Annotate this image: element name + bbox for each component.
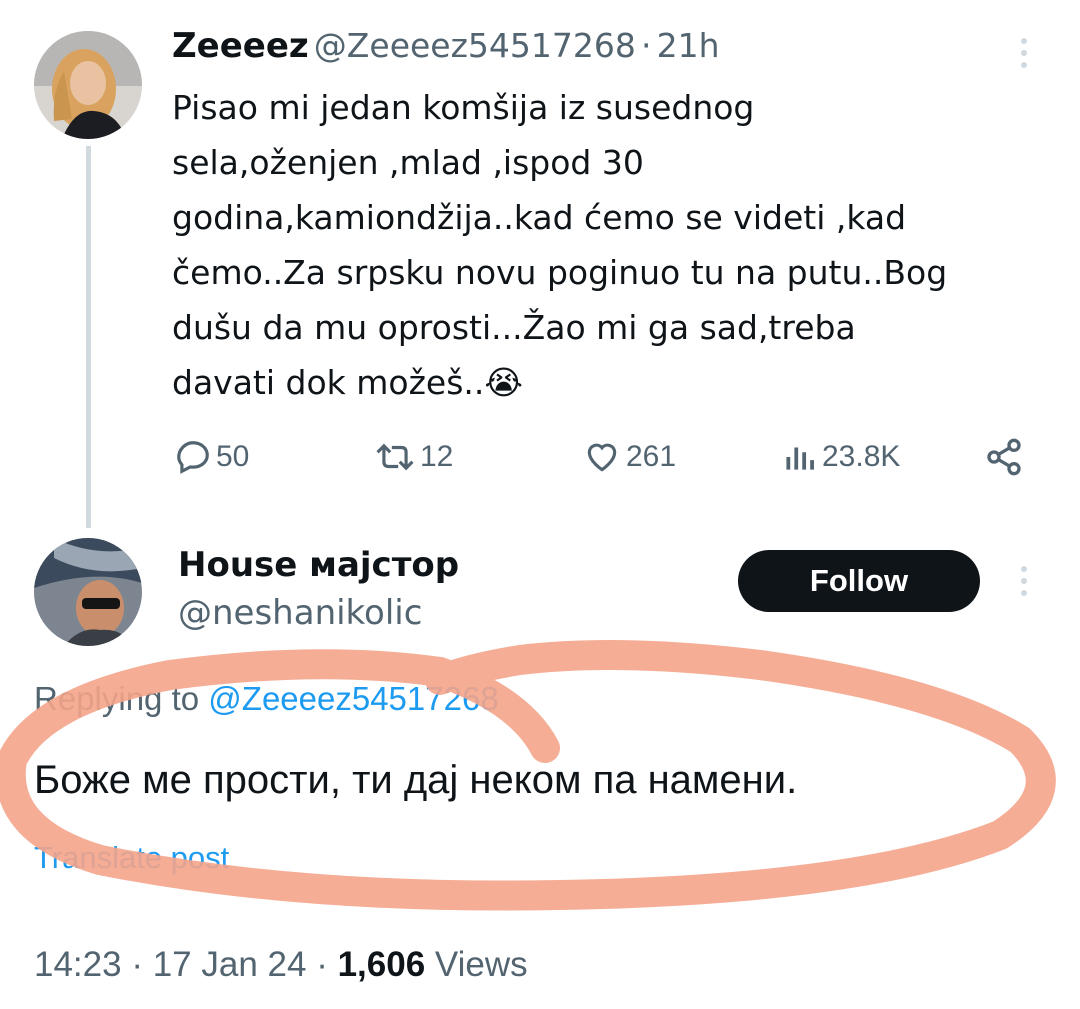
repost-icon: [376, 443, 414, 471]
thread-connector-line: [86, 146, 91, 528]
analytics-icon: [786, 447, 814, 470]
original-time-ago[interactable]: 21h: [657, 26, 720, 65]
post-time[interactable]: 14:23: [34, 945, 122, 984]
meta-separator: ·: [131, 945, 143, 984]
reply-tweet-text: Боже ме прости, ти дај неком па намени.: [34, 758, 798, 802]
reply-author-handle[interactable]: @neshanikolic: [178, 593, 422, 633]
repost-count: 12: [420, 440, 454, 473]
views-count: 23.8K: [822, 440, 901, 473]
original-tweet-text: Pisao mi jedan komšija iz susednog sela,…: [172, 80, 1052, 410]
like-action[interactable]: 261: [582, 432, 676, 482]
reply-count: 50: [216, 440, 250, 473]
views-action[interactable]: 23.8K: [782, 432, 900, 482]
like-count: 261: [626, 440, 677, 473]
tweet-line-last: davati dok možeš..😭: [172, 355, 1052, 410]
post-views-label: Views: [434, 945, 528, 984]
share-icon: [987, 438, 1021, 476]
tweet-line: Pisao mi jedan komšija iz susednog: [172, 88, 755, 127]
header-separator: ·: [640, 26, 652, 65]
post-date[interactable]: 17 Jan 24: [153, 945, 307, 984]
original-author-name[interactable]: Zeeeez: [172, 26, 309, 66]
post-metadata: 14:23 · 17 Jan 24 · 1,606 Views: [34, 945, 528, 985]
replying-to-prefix: Replying to: [34, 680, 200, 717]
reply-action[interactable]: 50: [174, 432, 249, 482]
tweet-line: dušu da mu oprosti...Žao mi ga sad,treba: [172, 308, 856, 347]
reply-more-options-icon[interactable]: [1020, 566, 1028, 602]
tweet-line: čemo..Za srpsku novu poginuo tu na putu.…: [172, 253, 948, 292]
replying-to-line: Replying to @Zeeeez54517268: [34, 680, 499, 718]
avatar-zeeeez[interactable]: [34, 31, 142, 139]
avatar-neshanikolic[interactable]: [34, 538, 142, 646]
replying-to-handle-link[interactable]: @Zeeeez54517268: [208, 680, 498, 717]
heart-icon: [587, 443, 617, 472]
tweet-line: sela,oženjen ,mlad ,ispod 30: [172, 143, 644, 182]
translate-post-link[interactable]: Translate post: [34, 840, 229, 876]
original-author-handle[interactable]: @Zeeeez54517268: [314, 26, 636, 65]
follow-button[interactable]: Follow: [738, 550, 980, 612]
tweet-line: godina,kamiondžija..kad ćemo se videti ,…: [172, 198, 907, 237]
meta-separator: ·: [316, 945, 328, 984]
share-action[interactable]: [984, 432, 1024, 482]
reply-icon: [177, 441, 209, 474]
crying-emoji: 😭: [484, 363, 523, 402]
original-more-options-icon[interactable]: [1020, 38, 1028, 74]
repost-action[interactable]: 12: [372, 432, 453, 482]
original-tweet-header: Zeeeez @Zeeeez54517268 · 21h: [172, 26, 719, 66]
post-views-count[interactable]: 1,606: [338, 945, 426, 984]
reply-author-name[interactable]: House мајстор: [178, 545, 459, 585]
tweet-line-text: davati dok možeš..: [172, 363, 485, 402]
